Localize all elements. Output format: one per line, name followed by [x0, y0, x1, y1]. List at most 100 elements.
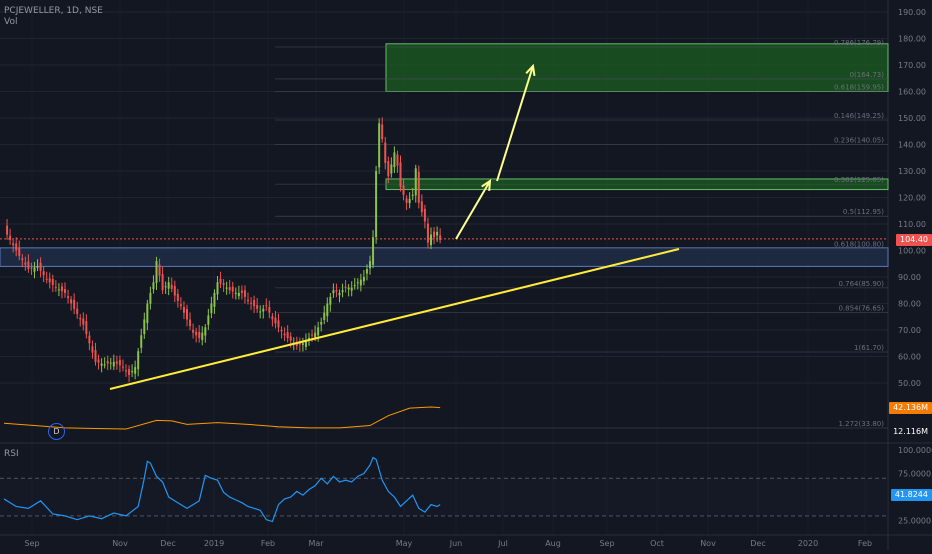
candle-body [332, 290, 335, 294]
time-tick-label: Jun [449, 539, 463, 548]
candle-body [274, 317, 277, 324]
volume-badge: 12.116M [889, 426, 932, 438]
candle-body [411, 194, 414, 196]
fib-level-label: 0.764(85.90) [838, 280, 884, 288]
fib-level-label: 0.854(76.65) [838, 304, 884, 312]
candle-body [268, 307, 271, 313]
fib-level-label: 0.236(140.05) [834, 136, 884, 144]
candle-body [231, 286, 234, 292]
candle-body [134, 367, 137, 374]
time-tick-label: Sep [24, 539, 39, 548]
candle-body [195, 331, 198, 336]
price-tick-label: 100.00 [898, 247, 926, 256]
candle-body [18, 247, 21, 256]
candle-body [289, 336, 292, 341]
support-zone [0, 247, 889, 267]
candle-body [335, 290, 338, 292]
fib-level-label: 0.382(125.05) [834, 176, 884, 184]
candle-body [277, 320, 280, 328]
candle-body [27, 261, 30, 270]
candle-body [137, 351, 140, 370]
time-tick-label: Jul [497, 539, 508, 548]
price-tick-label: 90.00 [898, 273, 921, 282]
volume-ma-line [3, 406, 441, 430]
candle-body [314, 332, 317, 338]
candle-body [149, 292, 152, 304]
candle-body [317, 327, 320, 336]
price-tick-label: 150.00 [898, 114, 926, 123]
candle-body [186, 309, 188, 320]
time-tick-label: Oct [650, 539, 664, 548]
candle-body [436, 231, 439, 236]
candle-body [161, 274, 164, 291]
candle-body [237, 292, 240, 297]
candle-body [103, 364, 106, 366]
chart-svg[interactable]: 190.00 180.00 170.00 160.00 150.00 140.00 130.… [0, 0, 932, 550]
candle-body [57, 289, 60, 291]
candle-body [280, 329, 283, 332]
candle-body [6, 225, 9, 235]
candle-body [182, 306, 185, 313]
price-tick-label: 60.00 [898, 353, 921, 362]
candle-body [286, 332, 289, 338]
candle-body [192, 329, 195, 333]
candle-body [106, 360, 109, 364]
price-tick-label: 70.00 [898, 326, 921, 335]
candle-body [365, 269, 368, 274]
candle-body [402, 185, 405, 195]
candle-body [228, 287, 231, 291]
candle-body [243, 290, 246, 297]
dividend-marker-icon[interactable]: D [48, 423, 65, 440]
candle-body [222, 283, 225, 285]
candle-body [417, 171, 420, 203]
price-tick-label: 160.00 [898, 88, 926, 97]
price-tick-label: 110.00 [898, 220, 926, 229]
candle-body [15, 243, 18, 251]
candle-body [216, 282, 219, 295]
candle-body [283, 333, 286, 336]
candle-body [430, 234, 432, 246]
candle-body [396, 154, 399, 166]
chart-stage[interactable]: 190.00 180.00 170.00 160.00 150.00 140.00 130.… [0, 0, 932, 550]
candle-body [426, 223, 429, 243]
price-tick-label: 120.00 [898, 194, 926, 203]
candle-body [189, 319, 192, 327]
candle-body [329, 296, 332, 305]
candle-body [359, 279, 362, 286]
candle-body [262, 308, 265, 312]
candle-body [121, 366, 124, 368]
time-tick-label: Aug [545, 539, 561, 548]
candle-body [375, 171, 378, 238]
candle-body [356, 282, 359, 284]
candle-body [213, 292, 216, 307]
candle-body [140, 335, 143, 348]
candle-body [271, 316, 274, 320]
candle-body [73, 299, 76, 309]
price-tick-label: 140.00 [898, 141, 926, 150]
last-price-badge: 104.40 [896, 234, 932, 246]
candle-body [439, 235, 442, 240]
candle-body [378, 123, 381, 168]
candle-body [152, 282, 155, 290]
fib-level-label: 0.146(149.25) [834, 112, 884, 120]
time-tick-label: Nov [112, 539, 128, 548]
candle-body [97, 359, 100, 363]
candle-body [164, 286, 167, 288]
candle-body [408, 198, 411, 204]
candle-body [176, 293, 179, 301]
candle-body [42, 271, 45, 276]
candle-body [256, 305, 259, 309]
candle-body [79, 317, 82, 320]
candle-body [51, 279, 54, 285]
rsi-tick-label: 25.0000 [898, 517, 931, 526]
price-tick-label: 180.00 [898, 35, 926, 44]
candle-body [204, 327, 207, 336]
time-tick-label: 2019 [204, 539, 224, 548]
fib-level-label: 0.618(159.95) [834, 84, 884, 92]
target-zone [385, 43, 889, 92]
candle-body [91, 346, 94, 353]
price-tick-label: 170.00 [898, 61, 926, 70]
candle-body [393, 152, 396, 168]
candle-body [423, 208, 426, 222]
candle-body [64, 289, 66, 293]
